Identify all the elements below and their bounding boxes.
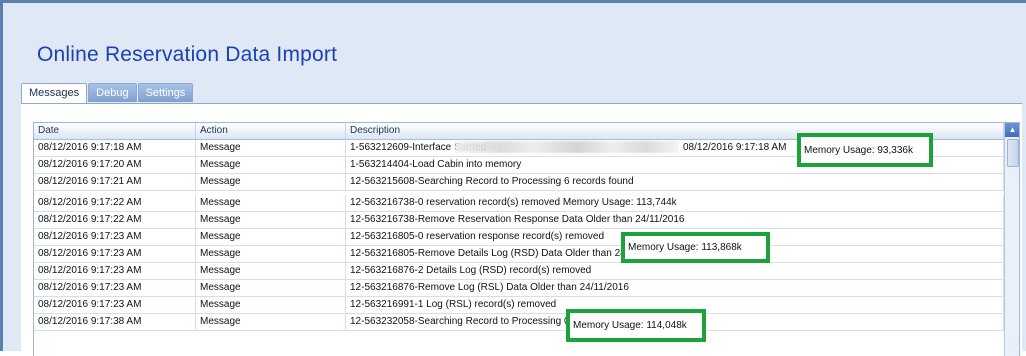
memory-usage-text: Memory Usage: 114,048k bbox=[573, 320, 687, 331]
cell-date: 08/12/2016 9:17:20 AM bbox=[34, 157, 196, 173]
cell-date: 08/12/2016 9:17:23 AM bbox=[34, 229, 196, 245]
tab-messages[interactable]: Messages bbox=[21, 83, 88, 103]
app-window: Online Reservation Data Import Messages … bbox=[3, 3, 1026, 356]
memory-usage-text: Memory Usage: 113,868k bbox=[628, 242, 742, 253]
tab-strip: Messages Debug Settings bbox=[21, 83, 194, 103]
cell-date: 08/12/2016 9:17:22 AM bbox=[34, 212, 196, 228]
cell-date: 08/12/2016 9:17:38 AM bbox=[34, 314, 196, 330]
tab-debug[interactable]: Debug bbox=[88, 83, 137, 102]
table-row[interactable]: 08/12/2016 9:17:38 AM Message 12-5632320… bbox=[34, 314, 1004, 331]
vertical-scrollbar[interactable]: ▲ bbox=[1004, 123, 1019, 356]
cell-action: Message bbox=[196, 140, 346, 156]
table-row[interactable]: 08/12/2016 9:17:23 AM Message 12-5632169… bbox=[34, 297, 1004, 314]
page-title: Online Reservation Data Import bbox=[37, 43, 338, 66]
cell-description: 12-563215608-Searching Record to Process… bbox=[346, 174, 1004, 190]
cell-action: Message bbox=[196, 263, 346, 279]
cell-action: Message bbox=[196, 297, 346, 313]
column-header-date[interactable]: Date bbox=[34, 123, 196, 139]
cell-date: 08/12/2016 9:17:22 AM bbox=[34, 195, 196, 211]
cell-description: 12-563216738-0 reservation record(s) rem… bbox=[346, 195, 1004, 211]
cell-action: Message bbox=[196, 314, 346, 330]
scroll-up-arrow-icon[interactable]: ▲ bbox=[1005, 123, 1019, 137]
cell-description: 12-563216876-Remove Log (RSL) Data Older… bbox=[346, 280, 1004, 296]
cell-date: 08/12/2016 9:17:21 AM bbox=[34, 174, 196, 190]
table-row[interactable]: 08/12/2016 9:17:22 AM Message 12-5632167… bbox=[34, 195, 1004, 212]
redacted-region bbox=[455, 141, 679, 153]
cell-action: Message bbox=[196, 174, 346, 190]
memory-usage-highlight: Memory Usage: 93,336k bbox=[797, 133, 933, 167]
cell-description: 12-563216876-2 Details Log (RSD) record(… bbox=[346, 263, 1004, 279]
cell-action: Message bbox=[196, 229, 346, 245]
table-row[interactable]: 08/12/2016 9:17:23 AM Message 12-5632168… bbox=[34, 280, 1004, 297]
cell-date: 08/12/2016 9:17:23 AM bbox=[34, 246, 196, 262]
cell-action: Message bbox=[196, 157, 346, 173]
scroll-thumb[interactable] bbox=[1007, 139, 1019, 167]
cell-action: Message bbox=[196, 195, 346, 211]
table-row[interactable]: 08/12/2016 9:17:22 AM Message 12-5632167… bbox=[34, 212, 1004, 229]
cell-date: 08/12/2016 9:17:23 AM bbox=[34, 297, 196, 313]
column-header-action[interactable]: Action bbox=[196, 123, 346, 139]
memory-usage-text: Memory Usage: 93,336k bbox=[804, 144, 913, 156]
table-row[interactable]: 08/12/2016 9:17:23 AM Message 12-5632168… bbox=[34, 229, 1004, 246]
cell-action: Message bbox=[196, 280, 346, 296]
cell-date: 08/12/2016 9:17:18 AM bbox=[34, 140, 196, 156]
cell-date: 08/12/2016 9:17:23 AM bbox=[34, 263, 196, 279]
table-row[interactable]: 08/12/2016 9:17:21 AM Message 12-5632156… bbox=[34, 174, 1004, 191]
tab-settings[interactable]: Settings bbox=[137, 83, 194, 102]
memory-usage-highlight: Memory Usage: 114,048k bbox=[566, 309, 706, 342]
cell-action: Message bbox=[196, 246, 346, 262]
table-row[interactable]: 08/12/2016 9:17:23 AM Message 12-5632168… bbox=[34, 263, 1004, 280]
cell-action: Message bbox=[196, 212, 346, 228]
cell-date: 08/12/2016 9:17:23 AM bbox=[34, 280, 196, 296]
memory-usage-highlight: Memory Usage: 113,868k bbox=[621, 232, 770, 263]
description-timestamp: 08/12/2016 9:17:18 AM bbox=[683, 142, 787, 153]
table-row[interactable]: 08/12/2016 9:17:23 AM Message 12-5632168… bbox=[34, 246, 1004, 263]
cell-description: 12-563216738-Remove Reservation Response… bbox=[346, 212, 1004, 228]
